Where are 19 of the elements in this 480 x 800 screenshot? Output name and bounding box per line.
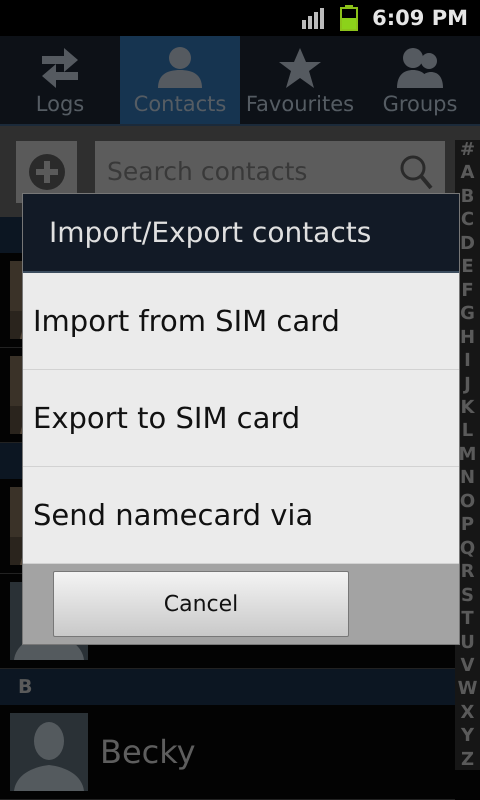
tab[interactable]: Groups: [360, 36, 480, 124]
avatar-icon: [10, 712, 88, 791]
star-icon: [279, 48, 321, 88]
menu-item[interactable]: Import from SIM card: [23, 273, 459, 370]
signal-icon: [302, 7, 326, 30]
menu-item[interactable]: Export to SIM card: [23, 370, 459, 467]
status-time: 6:09 PM: [372, 6, 468, 30]
import-export-dialog: Import/Export contacts Import from SIM card Export to SIM card Send namecard via Cancel: [22, 193, 460, 645]
cancel-button[interactable]: Cancel: [53, 571, 349, 637]
plus-icon: [28, 154, 64, 190]
arrows-icon: [42, 48, 78, 88]
contact-row[interactable]: Becky: [0, 704, 455, 800]
people-icon: [397, 48, 443, 88]
search-icon: [399, 154, 433, 190]
battery-icon: [340, 5, 358, 32]
tab[interactable]: Favourites: [240, 36, 360, 124]
tab[interactable]: Contacts: [120, 36, 240, 124]
person-icon: [158, 46, 202, 88]
tab[interactable]: Logs: [0, 36, 120, 124]
